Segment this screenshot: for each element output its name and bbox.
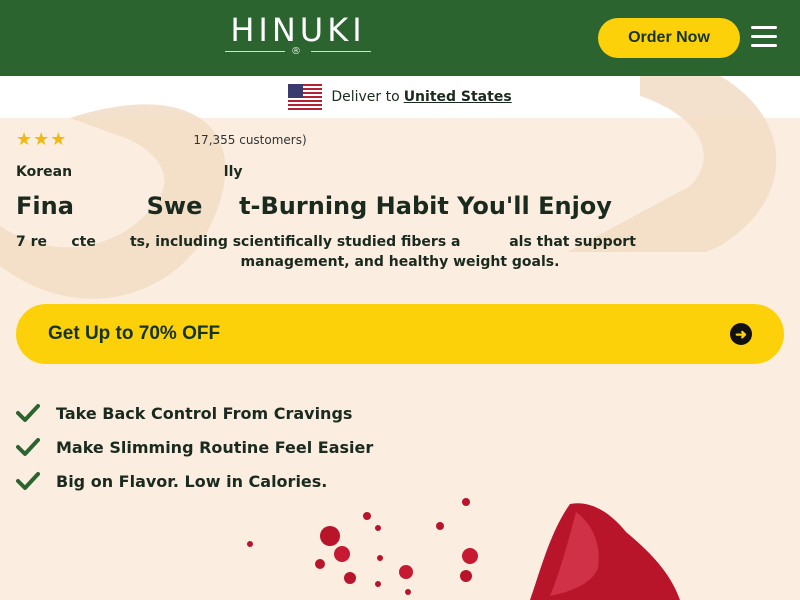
rating-count: 17,355 customers) bbox=[193, 132, 307, 147]
subhead-line-1: 7 re cte ts, including scientifically st… bbox=[16, 234, 636, 250]
check-icon bbox=[16, 438, 40, 456]
brand-logo[interactable]: HINUKI ® bbox=[225, 12, 371, 60]
headline-part-a: Fina bbox=[16, 192, 74, 220]
subhead-line-2: management, and healthy weight goals. bbox=[240, 254, 560, 270]
hamburger-menu-icon[interactable] bbox=[751, 26, 777, 48]
registered-mark-icon: ® bbox=[291, 46, 301, 57]
rating-stars-icon: ★★★ bbox=[16, 129, 68, 150]
headline-part-b: Swe bbox=[146, 192, 203, 220]
deliver-to-bar[interactable]: Deliver to United States bbox=[0, 76, 800, 118]
deliver-prefix: Deliver to bbox=[331, 89, 400, 105]
hero-headline: Fina Swe t-Burning Habit You'll Enjoy bbox=[16, 192, 786, 220]
hero-eyebrow: Korean lly bbox=[16, 164, 243, 180]
site-header: HINUKI ® Order Now bbox=[0, 0, 800, 76]
headline-part-c: t-Burning Habit You'll Enjoy bbox=[239, 192, 612, 220]
hero-subheading: 7 re cte ts, including scientifically st… bbox=[16, 232, 784, 272]
deliver-country-link[interactable]: United States bbox=[404, 89, 512, 105]
eyebrow-end: lly bbox=[223, 164, 243, 180]
benefits-list: Take Back Control From Cravings Make Sli… bbox=[16, 396, 373, 498]
cta-label: Get Up to 70% OFF bbox=[48, 323, 221, 344]
check-icon bbox=[16, 404, 40, 422]
logo-divider-left bbox=[225, 51, 285, 52]
benefit-label: Big on Flavor. Low in Calories. bbox=[56, 471, 328, 491]
eyebrow-start: Korean bbox=[16, 164, 73, 180]
benefit-label: Take Back Control From Cravings bbox=[56, 403, 353, 423]
arrow-right-circle-icon: ➜ bbox=[730, 323, 752, 345]
check-icon bbox=[16, 472, 40, 490]
order-now-button[interactable]: Order Now bbox=[598, 18, 740, 58]
logo-text: HINUKI bbox=[230, 11, 366, 49]
deliver-label: Deliver to United States bbox=[331, 89, 511, 105]
benefit-item: Take Back Control From Cravings bbox=[16, 396, 373, 430]
logo-divider-right bbox=[311, 51, 371, 52]
juice-splash-image bbox=[247, 498, 680, 600]
benefit-item: Make Slimming Routine Feel Easier bbox=[16, 430, 373, 464]
discount-cta-button[interactable]: Get Up to 70% OFF ➜ bbox=[16, 304, 784, 364]
benefit-label: Make Slimming Routine Feel Easier bbox=[56, 437, 374, 457]
us-flag-icon bbox=[288, 84, 323, 110]
customer-rating: ★★★ 17,355 customers) bbox=[16, 129, 307, 150]
